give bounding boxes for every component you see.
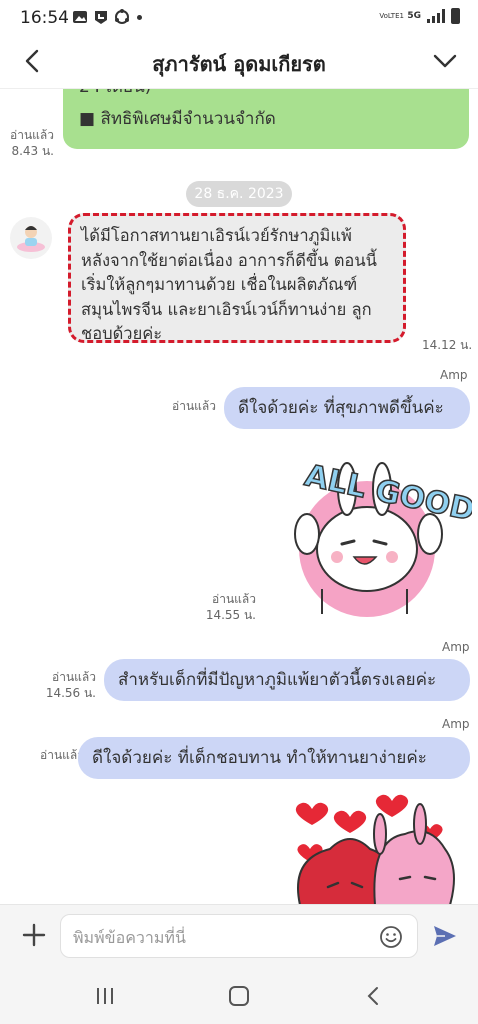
avatar[interactable]	[10, 217, 52, 259]
status-right-icons: VoLTE1 5G	[379, 8, 460, 24]
read-receipt: อ่านแล้ว 14.56 น.	[40, 669, 96, 701]
battery-icon	[451, 8, 460, 24]
message-line: เริ่มให้ลูกๆมาทานด้วย เชื่อในผลิตภัณฑ์	[81, 275, 358, 294]
chat-history[interactable]: 24 เดือน) ■ สิทธิพิเศษมีจำนวนจำกัด อ่านแ…	[0, 89, 478, 904]
message-line: ชอบด้วยค่ะ	[81, 324, 163, 343]
system-nav-bar	[0, 966, 478, 1024]
message-line: ได้มีโอกาสทานยาเอิรน์เวย์รักษาภูมิแพ้	[81, 226, 352, 245]
status-left-icons	[72, 9, 142, 25]
message-input-container[interactable]	[60, 914, 418, 958]
sticker-hearts[interactable]	[280, 789, 470, 904]
read-label: อ่านแล้ว	[40, 748, 84, 762]
message-text: ■ สิทธิพิเศษมีจำนวนจำกัด	[79, 109, 276, 129]
signal-icon	[427, 9, 445, 23]
read-label: อ่านแล้ว	[172, 399, 216, 413]
sender-name: Amp	[442, 717, 470, 731]
back-nav-icon[interactable]	[362, 986, 384, 1006]
composer-bar	[0, 904, 478, 967]
send-icon[interactable]	[432, 924, 458, 948]
outgoing-message[interactable]: ดีใจด้วยค่ะ ที่เด็กชอบทาน ทำให้ทานยาง่าย…	[78, 737, 470, 779]
chat-header: สุภารัตน์ อุดมเกียรต	[0, 36, 478, 89]
incoming-message-highlighted[interactable]: ได้มีโอกาสทานยาเอิรน์เวย์รักษาภูมิแพ้ หล…	[68, 213, 406, 343]
outgoing-message-promo[interactable]: 24 เดือน) ■ สิทธิพิเศษมีจำนวนจำกัด	[63, 89, 469, 149]
gallery-icon	[73, 11, 87, 23]
read-label: อ่านแล้ว	[52, 670, 96, 684]
outgoing-message[interactable]: ดีใจด้วยค่ะ ที่สุขภาพดีขึ้นค่ะ	[224, 387, 470, 429]
message-time: 14.55 น.	[205, 608, 256, 622]
status-bar: 16:54 VoLTE1 5G	[0, 0, 478, 36]
sender-name: Amp	[442, 640, 470, 654]
emoji-icon[interactable]	[379, 925, 403, 949]
chat-title: สุภารัตน์ อุดมเกียรต	[152, 52, 326, 76]
volte-label: VoLTE1	[379, 12, 404, 20]
message-input[interactable]	[71, 923, 365, 951]
chevron-left-icon[interactable]	[20, 48, 46, 74]
home-icon[interactable]	[228, 986, 250, 1006]
message-line: หลังจากใช้ยาต่อเนื่อง อาการก็ดีขึ้น ตอนน…	[81, 250, 377, 270]
sender-name: Amp	[440, 368, 468, 382]
notification-dot	[137, 14, 142, 20]
sync-icon	[115, 9, 129, 24]
message-time: 8.43 น.	[11, 144, 54, 158]
message-text: 24 เดือน)	[79, 89, 151, 100]
avatar-image	[17, 226, 45, 252]
message-line: สมุนไพรจีน และยาเอิรน์เวน์ก็ทานง่าย ลูก	[81, 299, 372, 319]
line-app-icon	[95, 11, 107, 24]
read-label: อ่านแล้ว	[212, 592, 256, 606]
status-time: 16:54	[20, 8, 69, 28]
read-label: อ่านแล้ว	[10, 128, 54, 142]
recent-apps-icon[interactable]	[94, 986, 116, 1006]
5g-label: 5G	[407, 11, 421, 21]
date-divider: 28 ธ.ค. 2023	[186, 181, 292, 207]
outgoing-message[interactable]: สำหรับเด็กที่มีปัญหาภูมิแพ้ยาตัวนี้ตรงเล…	[104, 659, 470, 701]
sticker-all-good[interactable]: ALL GOOD!	[282, 449, 472, 619]
message-time: 14.12 น.	[422, 338, 473, 352]
chevron-down-icon[interactable]	[432, 50, 458, 72]
read-receipt: อ่านแล้ว 14.55 น.	[204, 591, 256, 623]
message-time: 14.56 น.	[45, 686, 96, 700]
plus-icon[interactable]	[22, 923, 46, 947]
read-receipt: อ่านแล้ว 8.43 น.	[6, 127, 54, 159]
